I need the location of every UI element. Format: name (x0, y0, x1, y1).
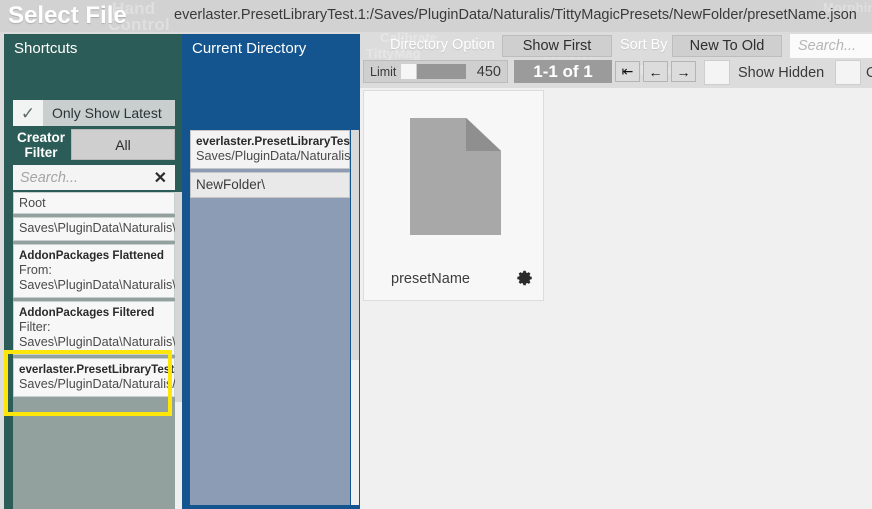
directory-package-name: everlaster.PresetLibraryTest.1.var (196, 134, 350, 148)
limit-label: Limit (370, 64, 397, 79)
next-page-icon[interactable]: → (671, 61, 696, 82)
shortcut-head: AddonPackages Flattened (19, 249, 164, 262)
slider-handle[interactable] (399, 63, 417, 80)
current-path-text: everlaster.PresetLibraryTest.1:/Saves/Pl… (174, 7, 857, 23)
current-directory-panel: Current Directory everlaster.PresetLibra… (182, 34, 360, 509)
file-name-label: presetName (391, 271, 470, 287)
gear-icon[interactable] (516, 269, 534, 287)
shortcuts-title: Shortcuts (14, 40, 78, 57)
list-item[interactable]: AddonPackages Flattened From: Saves\Plug… (13, 244, 175, 298)
directory-option-button[interactable]: Show First (502, 35, 612, 57)
shortcuts-search-input[interactable]: Search... ✕ (13, 165, 175, 190)
only-show-latest-label: Only Show Latest (52, 105, 162, 121)
checkmark-icon: ✓ (13, 100, 43, 126)
file-card[interactable]: presetName (363, 90, 544, 301)
sort-by-button[interactable]: New To Old (672, 35, 782, 57)
creator-filter-row: Creator Filter All (13, 129, 175, 162)
shortcuts-panel: Shortcuts ✓ Only Show Latest Creator Filt… (4, 34, 183, 509)
current-directory-title: Current Directory (192, 40, 307, 57)
clipped-option-label: O (866, 65, 872, 81)
current-directory-scrollbar[interactable] (351, 130, 359, 505)
shortcut-head: AddonPackages Filtered (19, 306, 155, 319)
directory-option-label: Directory Option (390, 37, 495, 53)
list-item[interactable]: everlaster.PresetLibraryTest.1.var Saves… (190, 130, 350, 169)
clipped-option-checkbox[interactable] (835, 60, 861, 85)
shortcut-path: Filter: Saves\PluginData\Naturalis\Titty… (19, 320, 175, 349)
list-item[interactable]: Saves\PluginData\Naturalis\TittyMagicPre… (13, 217, 175, 241)
list-item[interactable]: AddonPackages Filtered Filter: Saves\Plu… (13, 301, 175, 355)
dialog-header: Hand Control Morphin Select File everlas… (0, 0, 872, 34)
page-range-indicator: 1-1 of 1 (514, 60, 612, 83)
previous-page-icon[interactable]: ← (643, 61, 668, 82)
limit-slider[interactable]: Limit 450 (363, 60, 508, 83)
only-show-latest-toggle[interactable]: ✓ Only Show Latest (13, 100, 175, 126)
select-file-dialog: Hand Control Morphin Select File everlas… (0, 0, 872, 509)
creator-filter-button[interactable]: All (71, 129, 175, 160)
list-item-selected[interactable]: everlaster.PresetLibraryTest.1 Saves/Plu… (13, 358, 175, 397)
show-hidden-checkbox[interactable] (704, 60, 730, 85)
creator-filter-label: Creator Filter (16, 130, 65, 160)
document-icon (410, 118, 501, 235)
sort-by-label: Sort By (620, 37, 668, 53)
list-item[interactable]: Root (13, 192, 175, 214)
shortcuts-list[interactable]: Root Saves\PluginData\Naturalis\TittyMag… (13, 192, 175, 509)
shortcut-path: Saves\PluginData\Naturalis\TittyMagicPre… (19, 221, 175, 235)
dialog-title: Select File (8, 2, 127, 29)
browser-toolbar: Calibrate TittyMag Collision Physics Dir… (360, 30, 872, 88)
show-hidden-label: Show Hidden (738, 65, 825, 81)
scrollbar-thumb[interactable] (351, 130, 359, 360)
limit-value: 450 (476, 63, 501, 80)
current-directory-list[interactable]: everlaster.PresetLibraryTest.1.var Saves… (190, 130, 350, 505)
clear-icon[interactable]: ✕ (154, 168, 175, 188)
shortcut-head: everlaster.PresetLibraryTest.1 (19, 363, 175, 376)
browser-search-input[interactable]: Search... (790, 34, 872, 58)
directory-package-path: Saves/PluginData/Naturalis/TittyMagicPre… (196, 149, 350, 163)
shortcut-path: From: Saves\PluginData\Naturalis\TittyMa… (19, 263, 175, 292)
list-item[interactable]: NewFolder\ (190, 172, 350, 198)
shortcuts-search-placeholder: Search... (20, 169, 79, 186)
file-browser-area[interactable]: presetName (360, 88, 872, 509)
shortcut-path: Saves/PluginData/Naturalis/TittyMagicPre… (19, 377, 175, 391)
shortcut-title: Root (19, 196, 46, 210)
slider-track[interactable] (399, 63, 467, 80)
first-page-icon[interactable]: ⇤ (615, 61, 640, 82)
